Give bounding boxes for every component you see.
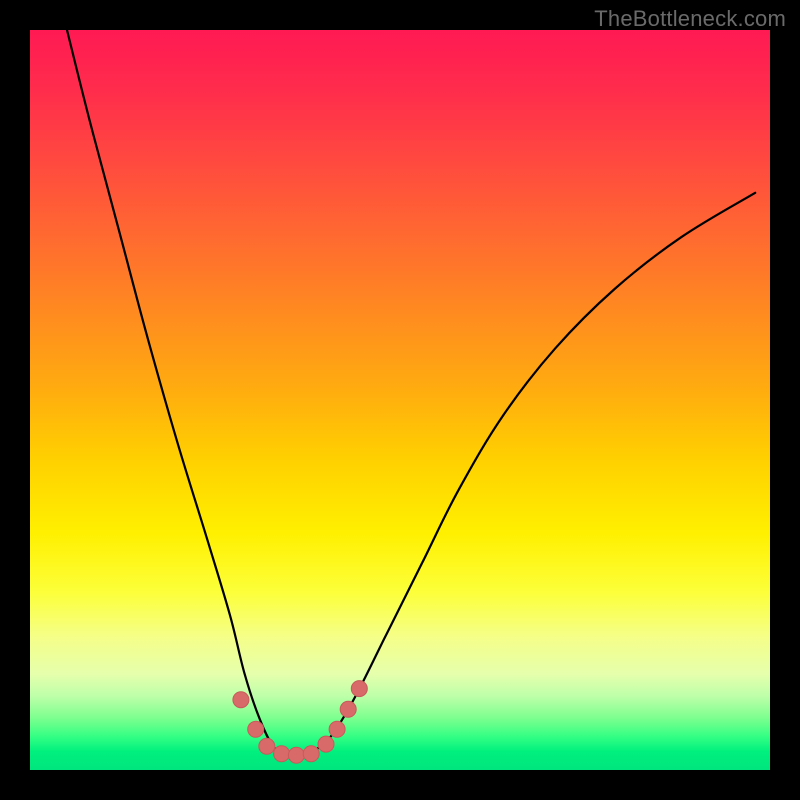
- highlight-marker: [274, 746, 290, 762]
- highlight-marker: [329, 721, 345, 737]
- curve-layer: [30, 30, 770, 770]
- chart-frame: TheBottleneck.com: [0, 0, 800, 800]
- bottleneck-curve: [67, 30, 755, 756]
- highlight-marker: [288, 747, 304, 763]
- highlight-marker: [233, 692, 249, 708]
- highlight-marker: [351, 681, 367, 697]
- watermark-text: TheBottleneck.com: [594, 6, 786, 32]
- plot-area: [30, 30, 770, 770]
- highlight-marker: [318, 736, 334, 752]
- highlight-marker: [259, 738, 275, 754]
- highlight-marker: [303, 746, 319, 762]
- marker-group: [233, 681, 367, 764]
- highlight-marker: [248, 721, 264, 737]
- highlight-marker: [340, 701, 356, 717]
